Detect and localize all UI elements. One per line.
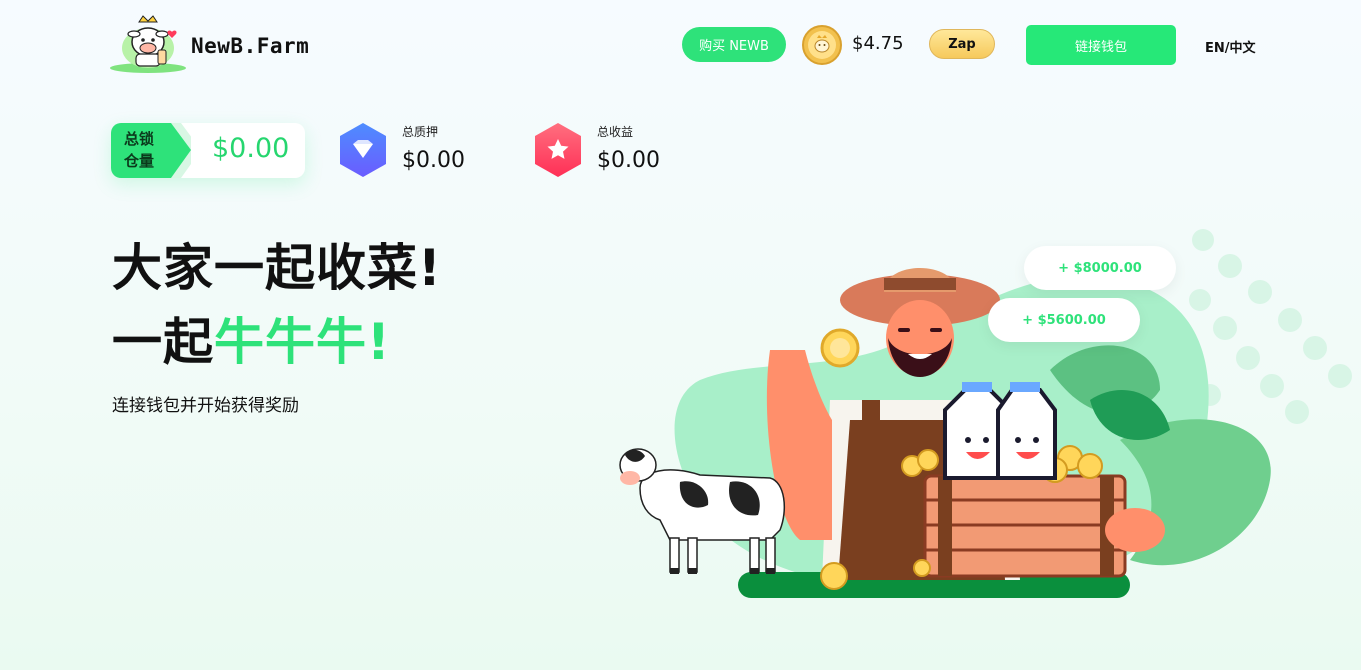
token-price: $4.75 bbox=[852, 33, 904, 54]
earnings-badge-5600: + $5600.00 bbox=[988, 298, 1140, 342]
staked-value: $0.00 bbox=[402, 148, 465, 173]
earnings-value: $0.00 bbox=[597, 148, 660, 173]
star-hexagon-icon bbox=[535, 123, 581, 177]
headline-line-2: 一起牛牛牛! bbox=[112, 302, 391, 374]
brand-name: NewB.Farm bbox=[191, 34, 310, 58]
farmer-cow-illustration bbox=[619, 229, 1352, 598]
newb-coin-icon bbox=[802, 25, 842, 65]
diamond-shield-icon bbox=[340, 123, 386, 177]
hero-illustration: + $8000.00 + $5600.00 bbox=[600, 220, 1361, 620]
brand-logo[interactable]: NewB.Farm bbox=[110, 12, 320, 74]
tvl-value: $0.00 bbox=[212, 133, 290, 164]
staked-label: 总质押 bbox=[402, 125, 439, 139]
tvl-card: 总锁仓量 $0.00 bbox=[111, 123, 305, 178]
tvl-label: 总锁仓量 bbox=[124, 130, 155, 170]
connect-wallet-button[interactable]: 链接钱包 bbox=[1026, 25, 1176, 65]
headline-line-2-prefix: 一起 bbox=[112, 313, 214, 371]
headline-line-2-highlight: 牛牛牛! bbox=[214, 313, 391, 371]
headline-line-1: 大家一起收菜! bbox=[112, 239, 442, 297]
zap-button[interactable]: Zap bbox=[929, 29, 995, 59]
hero-subtitle: 连接钱包并开始获得奖励 bbox=[112, 396, 299, 416]
lang-en[interactable]: EN bbox=[1205, 41, 1225, 56]
earnings-label: 总收益 bbox=[597, 125, 634, 139]
buy-newb-button[interactable]: 购买 NEWB bbox=[682, 27, 786, 62]
language-switcher[interactable]: EN/中文 bbox=[1205, 37, 1256, 56]
cow-mascot-logo bbox=[110, 15, 186, 73]
lang-zh[interactable]: 中文 bbox=[1230, 41, 1256, 56]
earnings-badge-8000: + $8000.00 bbox=[1024, 246, 1176, 290]
